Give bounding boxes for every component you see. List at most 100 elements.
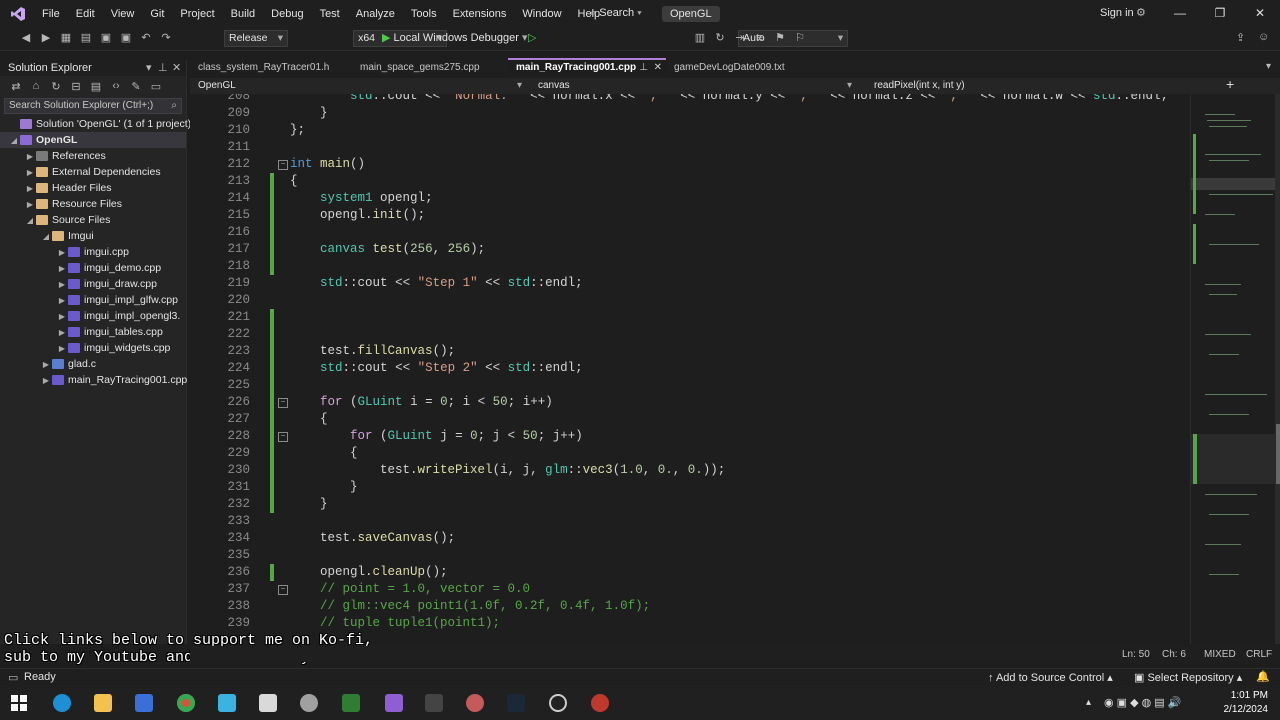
app-icon[interactable]: [300, 694, 318, 712]
collapsed-arrow-icon[interactable]: ▶: [40, 357, 52, 373]
scope-dropdown[interactable]: canvas ▾: [530, 79, 858, 93]
menu-project[interactable]: Project: [172, 8, 222, 20]
preview-icon[interactable]: ▭: [148, 80, 164, 93]
new-project-icon[interactable]: ▦: [58, 31, 74, 44]
pin-icon[interactable]: ⊥: [158, 60, 168, 76]
tree-project-opengl[interactable]: ◢ OpenGL: [0, 132, 186, 148]
code-line[interactable]: 220: [190, 292, 1190, 309]
step-icon[interactable]: ⇥: [732, 31, 748, 44]
comment-icon[interactable]: ≡: [752, 32, 768, 44]
code-line[interactable]: 216: [190, 224, 1190, 241]
account-settings-icon[interactable]: ⚙: [1136, 6, 1146, 19]
tree-file-glad[interactable]: ▶ glad.c: [0, 356, 186, 372]
code-line[interactable]: 215 opengl.init();: [190, 207, 1190, 224]
close-icon[interactable]: ✕: [1240, 6, 1280, 20]
code-line[interactable]: 213 {: [190, 173, 1190, 190]
back-icon[interactable]: ◀: [18, 31, 34, 44]
code-line[interactable]: 209 }: [190, 105, 1190, 122]
tree-file-imgui-impl-glfw[interactable]: ▶ imgui_impl_glfw.cpp: [0, 292, 186, 308]
collapsed-arrow-icon[interactable]: ▶: [40, 373, 52, 389]
code-line[interactable]: 226 − for (GLuint i = 0; i < 50; i++): [190, 394, 1190, 411]
tab-main-raytracing[interactable]: main_RayTracing001.cpp ⊥ ✕: [508, 58, 667, 76]
app-icon[interactable]: [591, 694, 609, 712]
add-to-source-control-button[interactable]: ↑ Add to Source Control ▴: [988, 671, 1113, 684]
menu-file[interactable]: File: [34, 8, 68, 20]
tree-file-imgui-draw[interactable]: ▶ imgui_draw.cpp: [0, 276, 186, 292]
app-icon[interactable]: [425, 694, 443, 712]
code-line[interactable]: 234 test.saveCanvas();: [190, 530, 1190, 547]
chevron-down-icon[interactable]: ▾: [146, 60, 152, 76]
collapsed-arrow-icon[interactable]: ▶: [56, 325, 68, 341]
code-line[interactable]: 208 std::cout << "Normal: " << normal.x …: [190, 94, 1190, 105]
open-folder-icon[interactable]: ▤: [78, 31, 94, 44]
save-icon[interactable]: ▣: [98, 31, 114, 44]
tree-imgui-folder[interactable]: ◢ Imgui: [0, 228, 186, 244]
code-editor[interactable]: 208 std::cout << "Normal: " << normal.x …: [190, 94, 1190, 644]
fold-toggle-icon[interactable]: −: [278, 160, 288, 170]
fold-toggle-icon[interactable]: −: [278, 432, 288, 442]
tree-file-imgui-widgets[interactable]: ▶ imgui_widgets.cpp: [0, 340, 186, 356]
show-all-files-icon[interactable]: ▤: [88, 80, 104, 93]
code-line[interactable]: 237 − // point = 1.0, vector = 0.0: [190, 581, 1190, 598]
save-all-icon[interactable]: ▣: [118, 31, 134, 44]
hot-reload-icon[interactable]: ↻: [712, 31, 728, 44]
tree-file-main-raytracing[interactable]: ▶ main_RayTracing001.cpp: [0, 372, 187, 389]
collapse-icon[interactable]: ⊟: [68, 80, 84, 93]
tree-file-imgui-impl-opengl3[interactable]: ▶ imgui_impl_opengl3.: [0, 308, 186, 324]
tree-references[interactable]: ▶ References: [0, 148, 186, 164]
tree-resource-files[interactable]: ▶ Resource Files: [0, 196, 186, 212]
menu-edit[interactable]: Edit: [68, 8, 103, 20]
app-icon[interactable]: [466, 694, 484, 712]
clock[interactable]: 1:01 PM 2/12/2024: [1224, 689, 1269, 717]
whitespace-mode[interactable]: MIXED: [1204, 649, 1236, 660]
code-line[interactable]: 217 canvas test(256, 256);: [190, 241, 1190, 258]
app-icon[interactable]: [135, 694, 153, 712]
tab-gamedev-log[interactable]: gameDevLogDate009.txt: [666, 60, 793, 76]
split-editor-icon[interactable]: +: [1226, 76, 1234, 92]
code-line[interactable]: 221: [190, 309, 1190, 326]
menu-git[interactable]: Git: [142, 8, 172, 20]
collapsed-arrow-icon[interactable]: ▶: [24, 149, 36, 165]
bookmark-prev-icon[interactable]: ⚐: [792, 31, 808, 44]
fold-toggle-icon[interactable]: −: [278, 585, 288, 595]
code-line[interactable]: 211: [190, 139, 1190, 156]
menu-test[interactable]: Test: [312, 8, 348, 20]
code-line[interactable]: 239 // tuple tuple1(point1);: [190, 615, 1190, 632]
collapsed-arrow-icon[interactable]: ▶: [56, 341, 68, 357]
redo-icon[interactable]: ↷: [158, 31, 174, 44]
tray-chevron-icon[interactable]: ▴: [1086, 697, 1091, 708]
fold-toggle-icon[interactable]: −: [278, 398, 288, 408]
tree-file-imgui-demo[interactable]: ▶ imgui_demo.cpp: [0, 260, 186, 276]
code-line[interactable]: 219 std::cout << "Step 1" << std::endl;: [190, 275, 1190, 292]
app-icon[interactable]: [218, 694, 236, 712]
tab-overflow-icon[interactable]: ▾: [1266, 61, 1271, 72]
collapsed-arrow-icon[interactable]: ▶: [24, 181, 36, 197]
pin-icon[interactable]: ⊥: [639, 60, 648, 76]
collapsed-arrow-icon[interactable]: ▶: [24, 165, 36, 181]
close-icon[interactable]: ✕: [172, 60, 181, 76]
share-icon[interactable]: ⇪: [1236, 31, 1245, 44]
line-ending[interactable]: CRLF: [1246, 649, 1272, 660]
menu-build[interactable]: Build: [223, 8, 263, 20]
file-explorer-icon[interactable]: [94, 694, 112, 712]
code-line[interactable]: 214 system1 opengl;: [190, 190, 1190, 207]
code-line[interactable]: 225: [190, 377, 1190, 394]
notepad-icon[interactable]: [259, 694, 277, 712]
code-line[interactable]: 222: [190, 326, 1190, 343]
collapsed-arrow-icon[interactable]: ▶: [56, 261, 68, 277]
obs-icon[interactable]: [549, 694, 567, 712]
tab-main-space-gems[interactable]: main_space_gems275.cpp: [352, 60, 488, 76]
tree-solution[interactable]: Solution 'OpenGL' (1 of 1 project): [0, 116, 191, 132]
code-line[interactable]: 233: [190, 513, 1190, 530]
maximize-icon[interactable]: ❐: [1200, 6, 1240, 20]
code-line[interactable]: 227 {: [190, 411, 1190, 428]
code-line[interactable]: 212 − int main(): [190, 156, 1190, 173]
menu-view[interactable]: View: [103, 8, 143, 20]
start-debugger-button[interactable]: ▶ Local Windows Debugger ▾: [382, 31, 527, 44]
menu-window[interactable]: Window: [514, 8, 569, 20]
expanded-arrow-icon[interactable]: ◢: [24, 213, 36, 229]
code-icon[interactable]: ‹›: [108, 80, 124, 92]
windows-start-icon[interactable]: [11, 695, 27, 711]
app-icon[interactable]: [342, 694, 360, 712]
menu-debug[interactable]: Debug: [263, 8, 311, 20]
